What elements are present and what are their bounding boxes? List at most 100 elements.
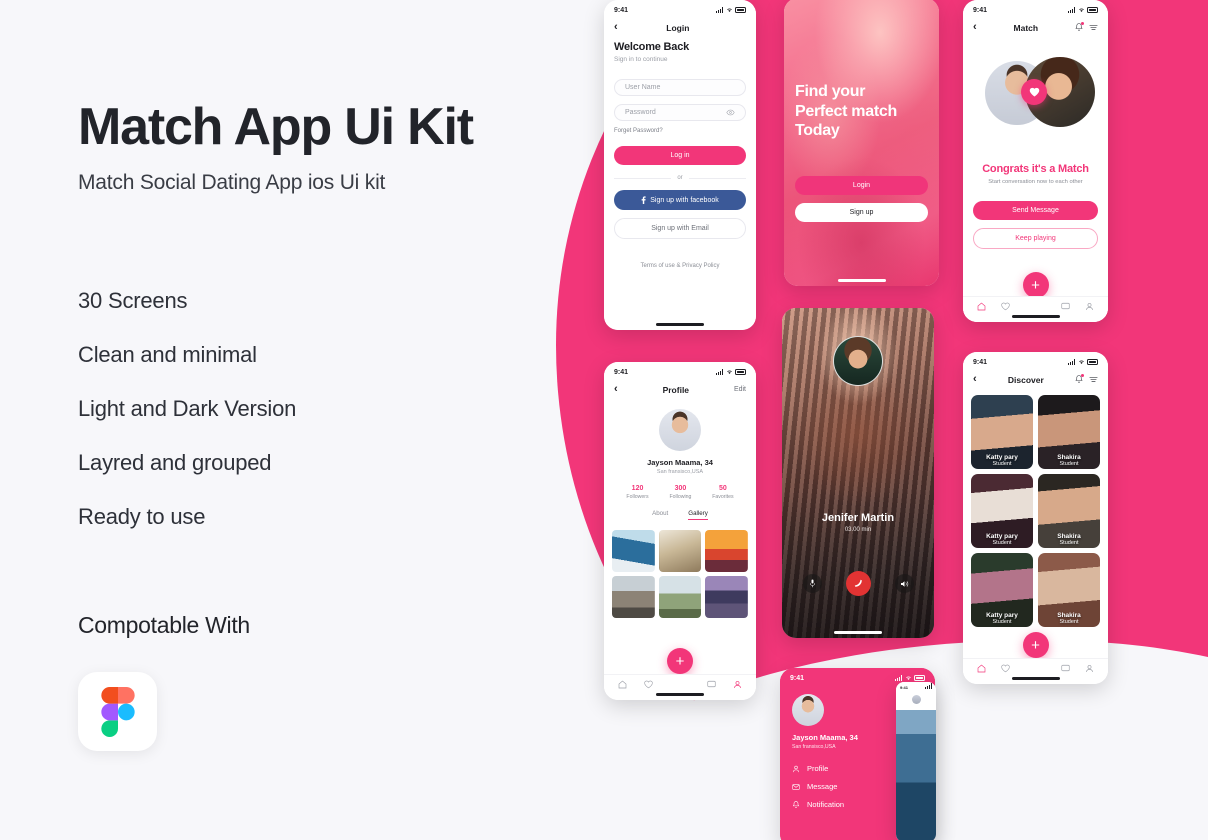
- keep-playing-button[interactable]: Keep playing: [973, 228, 1098, 249]
- status-bar: 9:41: [963, 352, 1108, 368]
- add-button-fab[interactable]: +: [1022, 272, 1049, 298]
- eye-icon[interactable]: [726, 109, 735, 116]
- compatible-with-label: Compotable With: [78, 612, 250, 638]
- speaker-button[interactable]: [894, 574, 914, 593]
- discover-card[interactable]: Katty pary Student: [971, 474, 1033, 548]
- avatar: [792, 694, 824, 726]
- gallery-photo[interactable]: [705, 576, 748, 618]
- tab-home[interactable]: [977, 664, 986, 673]
- notification-dot: [1081, 374, 1084, 377]
- add-button-fab[interactable]: +: [667, 648, 693, 674]
- edit-button[interactable]: Edit: [734, 386, 746, 393]
- card-name: Shakira: [1057, 612, 1081, 619]
- onboarding-login-button[interactable]: Login: [795, 176, 928, 195]
- call-info: Jenifer Martin 03.00 min: [782, 512, 934, 533]
- tab-home[interactable]: [977, 302, 986, 311]
- add-button-fab[interactable]: +: [1022, 632, 1049, 658]
- gallery-photo[interactable]: [612, 530, 655, 572]
- tab-profile[interactable]: [733, 680, 742, 689]
- notification-bell-icon[interactable]: [1075, 22, 1084, 32]
- tab-gallery[interactable]: Gallery: [688, 510, 708, 520]
- back-icon[interactable]: ‹: [973, 22, 977, 33]
- heart-badge: [1021, 79, 1047, 105]
- forgot-password-link[interactable]: Forget Password?: [614, 128, 746, 134]
- phone-mockup-profile: 9:41 ‹ Profile Edit Jayson Maama, 34 San…: [604, 362, 756, 700]
- end-call-button[interactable]: [845, 571, 871, 596]
- match-heading: Congrats it's a Match: [982, 163, 1089, 175]
- discover-card[interactable]: Katty pary Student: [971, 395, 1033, 469]
- card-name: Katty pary: [986, 533, 1018, 540]
- notification-bell-icon[interactable]: [1075, 374, 1084, 384]
- speaker-icon: [900, 580, 908, 587]
- onboarding-heading-line2: Perfect match: [795, 102, 897, 120]
- discover-card[interactable]: Shakira Student: [1038, 395, 1100, 469]
- discover-card[interactable]: Shakira Student: [1038, 553, 1100, 627]
- email-signup-button[interactable]: Sign up with Email: [614, 218, 746, 239]
- phone-mockup-onboarding: Find your Perfect match Today Login Sign…: [784, 0, 939, 286]
- send-message-button[interactable]: Send Message: [973, 201, 1098, 220]
- signal-icon: [715, 369, 723, 375]
- preview-photo: [896, 710, 936, 840]
- back-icon[interactable]: ‹: [973, 374, 977, 385]
- discover-screen: 9:41 ‹ Discover Katty pary Student Shaki…: [963, 352, 1108, 684]
- tab-home[interactable]: [618, 680, 627, 689]
- gallery-photo[interactable]: [658, 530, 702, 572]
- nav-actions: [1075, 22, 1098, 32]
- username-input[interactable]: User Name: [614, 79, 746, 96]
- match-text-block: Congrats it's a Match Start conversation…: [963, 163, 1108, 185]
- tab-messages[interactable]: [1061, 664, 1070, 673]
- password-input[interactable]: Password: [614, 104, 746, 121]
- facebook-signup-label: Sign up with facebook: [650, 196, 719, 204]
- login-body: Welcome Back Sign in to continue User Na…: [604, 35, 756, 269]
- gallery-photo[interactable]: [612, 576, 655, 618]
- match-subheading: Start conversation now to each other: [988, 179, 1083, 185]
- home-indicator: [1011, 677, 1060, 680]
- back-icon[interactable]: ‹: [614, 384, 618, 395]
- tab-profile[interactable]: [1085, 302, 1094, 311]
- stat-value: 120: [631, 485, 644, 492]
- profile-identity: Jayson Maama, 34 San fransisco,USA: [604, 458, 756, 475]
- tab-likes[interactable]: [1001, 302, 1010, 311]
- facebook-signup-button[interactable]: Sign up with facebook: [614, 190, 746, 210]
- stat-value: 50: [719, 485, 727, 492]
- tab-messages[interactable]: [1061, 302, 1070, 311]
- card-role: Student: [1059, 461, 1079, 467]
- login-button[interactable]: Log in: [614, 146, 746, 165]
- tab-about[interactable]: About: [652, 510, 668, 520]
- back-icon[interactable]: ‹: [614, 22, 618, 33]
- feature-list: 30 Screens Clean and minimal Light and D…: [78, 288, 296, 558]
- status-bar: 9:41: [896, 682, 936, 690]
- or-label: or: [677, 175, 683, 181]
- nav-title: Match: [1013, 22, 1039, 33]
- preview-screen: 9:41: [896, 682, 936, 840]
- gallery-photo[interactable]: [658, 576, 702, 618]
- mute-button[interactable]: [802, 574, 822, 593]
- status-icons: [894, 675, 925, 681]
- status-bar: 9:41: [963, 0, 1108, 16]
- status-icons: [715, 7, 746, 13]
- onboarding-photo-backdrop: [784, 0, 939, 286]
- filter-icon[interactable]: [1089, 24, 1098, 31]
- discover-card[interactable]: Shakira Student: [1038, 474, 1100, 548]
- tab-messages[interactable]: [707, 680, 716, 689]
- profile-screen: 9:41 ‹ Profile Edit Jayson Maama, 34 San…: [604, 362, 756, 700]
- status-time: 9:41: [973, 358, 988, 366]
- terms-link[interactable]: Terms of use & Privacy Policy: [614, 263, 746, 269]
- gallery-photo[interactable]: [705, 530, 748, 572]
- login-screen: 9:41 ‹ Login Welcome Back Sign in to con…: [604, 0, 756, 330]
- tab-profile[interactable]: [1085, 664, 1094, 673]
- tab-likes[interactable]: [644, 680, 653, 689]
- call-duration: 03.00 min: [844, 527, 872, 533]
- nav-bar: ‹ Profile Edit: [604, 378, 756, 397]
- battery-icon: [735, 7, 746, 13]
- onboarding-signup-button[interactable]: Sign up: [795, 203, 928, 222]
- card-role: Student: [992, 619, 1012, 625]
- filter-icon[interactable]: [1089, 376, 1098, 383]
- phone-mockup-match: 9:41 ‹ Match Congrats it's a Match Start…: [963, 0, 1108, 322]
- match-screen: 9:41 ‹ Match Congrats it's a Match Start…: [963, 0, 1108, 322]
- hero-text-block: Match App Ui Kit Match Social Dating App…: [78, 100, 548, 195]
- nav-actions: [1075, 374, 1098, 384]
- avatar: [911, 695, 921, 704]
- discover-card[interactable]: Katty pary Student: [971, 553, 1033, 627]
- tab-likes[interactable]: [1001, 664, 1010, 673]
